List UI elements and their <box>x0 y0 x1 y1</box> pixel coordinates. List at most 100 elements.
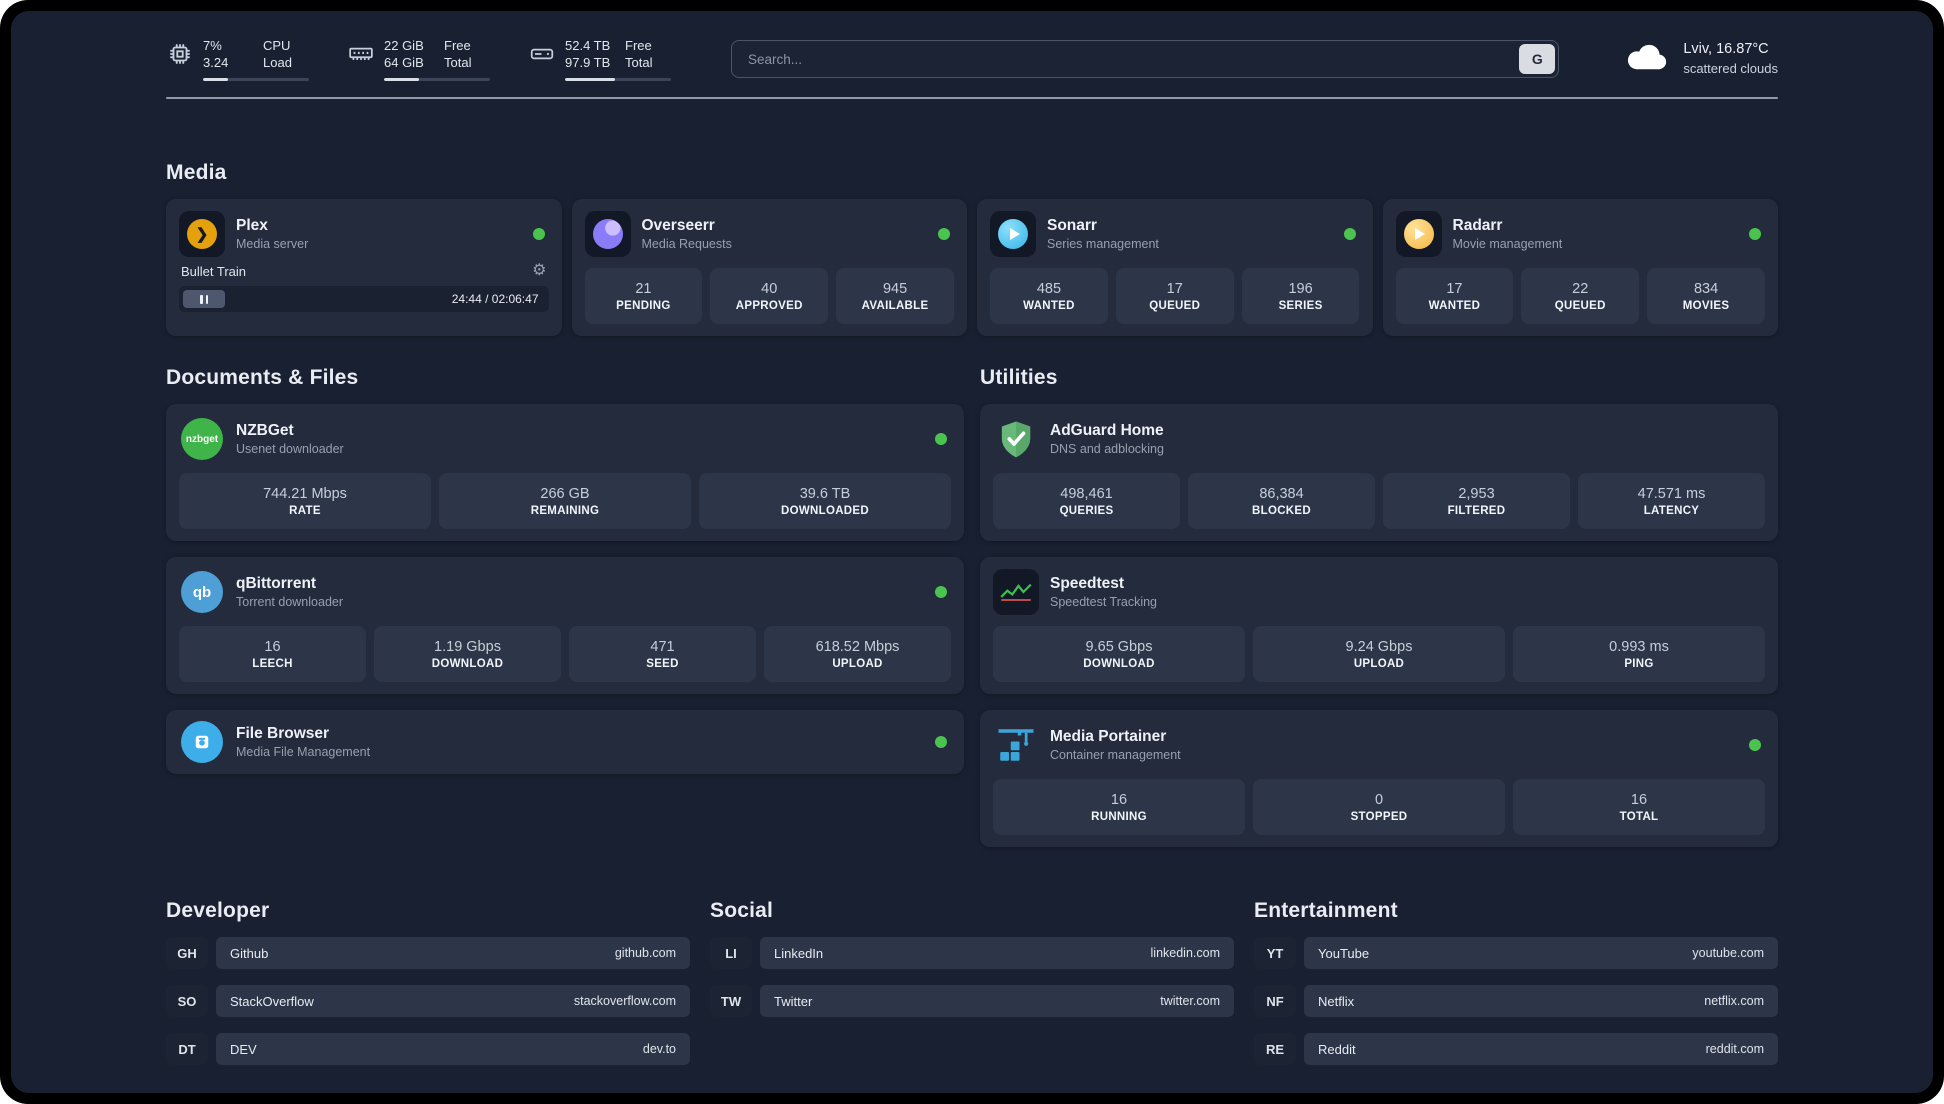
window-frame: 7% 3.24 CPU Load 22 GiB 64 GiB Free Tota… <box>0 0 1944 1104</box>
stat-value: 0 <box>1374 791 1384 808</box>
pause-button[interactable] <box>183 290 225 308</box>
stat-blocked: 86,384 BLOCKED <box>1188 473 1375 529</box>
disk-progress-track <box>565 78 671 81</box>
stat-label: LATENCY <box>1643 504 1700 517</box>
search-engine-button[interactable]: G <box>1519 44 1556 74</box>
nzbget-icon[interactable]: nzbget <box>179 416 225 462</box>
stat-value: 21 <box>635 280 652 297</box>
bookmark-abbr: LI <box>710 937 752 969</box>
filebrowser-icon[interactable] <box>179 719 225 765</box>
top-bar: 7% 3.24 CPU Load 22 GiB 64 GiB Free Tota… <box>166 37 1778 81</box>
stat-remaining: 266 GB REMAINING <box>439 473 691 529</box>
app-name[interactable]: Plex <box>236 217 308 235</box>
bookmark-netflix[interactable]: NF Netflix netflix.com <box>1254 985 1778 1017</box>
shield-check-icon <box>1001 421 1031 458</box>
app-subtitle: Usenet downloader <box>236 442 344 456</box>
bookmark-linkedin[interactable]: LI LinkedIn linkedin.com <box>710 937 1234 969</box>
radarr-card[interactable]: Radarr Movie management 17 WANTED 22 QUE… <box>1382 199 1778 336</box>
adguard-icon[interactable] <box>993 416 1039 462</box>
bookmark-twitter[interactable]: TW Twitter twitter.com <box>710 985 1234 1017</box>
adguard-card[interactable]: AdGuard Home DNS and adblocking 498,461 … <box>980 404 1778 541</box>
qbittorrent-icon[interactable]: qb <box>179 569 225 615</box>
search-input[interactable] <box>731 40 1560 78</box>
stat-value: 22 <box>1572 280 1589 297</box>
stat-value: 47.571 ms <box>1637 485 1706 502</box>
stat-value: 17 <box>1166 280 1183 297</box>
bookmark-dev[interactable]: DT DEV dev.to <box>166 1033 690 1065</box>
plex-card[interactable]: Plex Media server Bullet Train 24:44 / 0… <box>166 199 562 336</box>
stat-label: DOWNLOAD <box>1083 657 1155 670</box>
stat-label: BLOCKED <box>1252 504 1311 517</box>
stat-label: DOWNLOAD <box>431 657 504 670</box>
filebrowser-card[interactable]: File Browser Media File Management <box>166 710 964 774</box>
app-name[interactable]: Speedtest <box>1050 575 1157 593</box>
qbittorrent-card[interactable]: qb qBittorrent Torrent downloader 16 LEE… <box>166 557 964 694</box>
stat-wanted: 17 WANTED <box>1395 268 1514 324</box>
stat-value: 39.6 TB <box>799 485 851 502</box>
stat-value: 945 <box>882 280 908 297</box>
memory-total-value: 64 GiB <box>384 55 424 70</box>
stat-label: REMAINING <box>530 504 600 517</box>
media-section-title: Media <box>166 161 227 184</box>
stat-upload: 618.52 Mbps UPLOAD <box>764 626 951 682</box>
bookmark-name: YouTube <box>1318 945 1370 961</box>
cpu-usage-value: 7% <box>203 38 222 53</box>
overseerr-card[interactable]: Overseerr Media Requests 21 PENDING 40 A… <box>571 199 967 336</box>
bookmark-name: DEV <box>230 1041 257 1057</box>
bookmark-url: dev.to <box>642 1042 676 1056</box>
bookmark-reddit[interactable]: RE Reddit reddit.com <box>1254 1033 1778 1065</box>
utilities-section: Utilities AdGuard Home DNS and adblockin… <box>980 366 1778 847</box>
pause-icon <box>200 294 203 304</box>
media-section: Plex Media server Bullet Train 24:44 / 0… <box>166 199 1778 336</box>
app-name[interactable]: Media Portainer <box>1050 728 1181 746</box>
portainer-card[interactable]: Media Portainer Container management 16 … <box>980 710 1778 847</box>
sonarr-icon[interactable] <box>990 211 1036 257</box>
memory-total-label: Total <box>444 55 472 70</box>
nzbget-card[interactable]: nzbget NZBGet Usenet downloader 744.21 M… <box>166 404 964 541</box>
bookmark-github[interactable]: GH Github github.com <box>166 937 690 969</box>
player-progress-bar[interactable]: 24:44 / 02:06:47 <box>179 286 549 312</box>
weather-widget[interactable]: Lviv, 16.87°C scattered clouds <box>1619 40 1778 79</box>
disk-icon <box>528 41 555 68</box>
disk-stat-widget: 52.4 TB 97.9 TB Free Total <box>528 37 671 81</box>
app-name[interactable]: qBittorrent <box>236 575 343 593</box>
overseerr-logo-icon <box>592 219 623 249</box>
radarr-icon[interactable] <box>1395 211 1442 257</box>
app-name[interactable]: Overseerr <box>642 217 732 235</box>
sonarr-card[interactable]: Sonarr Series management 485 WANTED 17 Q… <box>977 199 1373 336</box>
bookmark-stackoverflow[interactable]: SO StackOverflow stackoverflow.com <box>166 985 690 1017</box>
stat-value: 9.24 Gbps <box>1345 638 1413 655</box>
stat-stopped: 0 STOPPED <box>1253 779 1505 835</box>
bookmark-url: github.com <box>614 946 676 960</box>
app-name[interactable]: Radarr <box>1453 217 1563 235</box>
speedtest-card[interactable]: Speedtest Speedtest Tracking 9.65 Gbps D… <box>980 557 1778 694</box>
nzbget-logo-icon: nzbget <box>181 418 223 460</box>
overseerr-icon[interactable] <box>584 211 631 257</box>
stat-approved: 40 APPROVED <box>710 268 829 324</box>
portainer-icon[interactable] <box>993 722 1039 768</box>
app-name[interactable]: AdGuard Home <box>1050 422 1164 440</box>
memory-icon <box>347 41 374 68</box>
disk-progress-fill <box>565 78 615 81</box>
container-crane-icon <box>998 729 1034 761</box>
stat-queued: 22 QUEUED <box>1521 268 1640 324</box>
stat-available: 945 AVAILABLE <box>836 268 954 324</box>
app-name[interactable]: Sonarr <box>1047 217 1159 235</box>
stat-label: LEECH <box>252 657 293 670</box>
gear-icon[interactable] <box>532 263 546 279</box>
stat-value: 16 <box>1110 791 1128 808</box>
cloud-icon <box>1619 40 1671 79</box>
bookmark-youtube[interactable]: YT YouTube youtube.com <box>1254 937 1778 969</box>
dashboard-panel: 7% 3.24 CPU Load 22 GiB 64 GiB Free Tota… <box>11 11 1933 1093</box>
speedtest-icon[interactable] <box>993 569 1039 615</box>
stat-value: 266 GB <box>540 485 590 502</box>
stat-latency: 47.571 ms LATENCY <box>1578 473 1765 529</box>
bookmark-url: youtube.com <box>1692 946 1764 960</box>
app-name[interactable]: NZBGet <box>236 422 344 440</box>
status-dot <box>935 586 947 598</box>
bookmark-url: reddit.com <box>1705 1042 1764 1056</box>
weather-condition: scattered clouds <box>1683 61 1778 76</box>
stat-value: 498,461 <box>1060 485 1113 502</box>
plex-icon[interactable] <box>179 211 225 257</box>
app-name[interactable]: File Browser <box>236 725 370 743</box>
